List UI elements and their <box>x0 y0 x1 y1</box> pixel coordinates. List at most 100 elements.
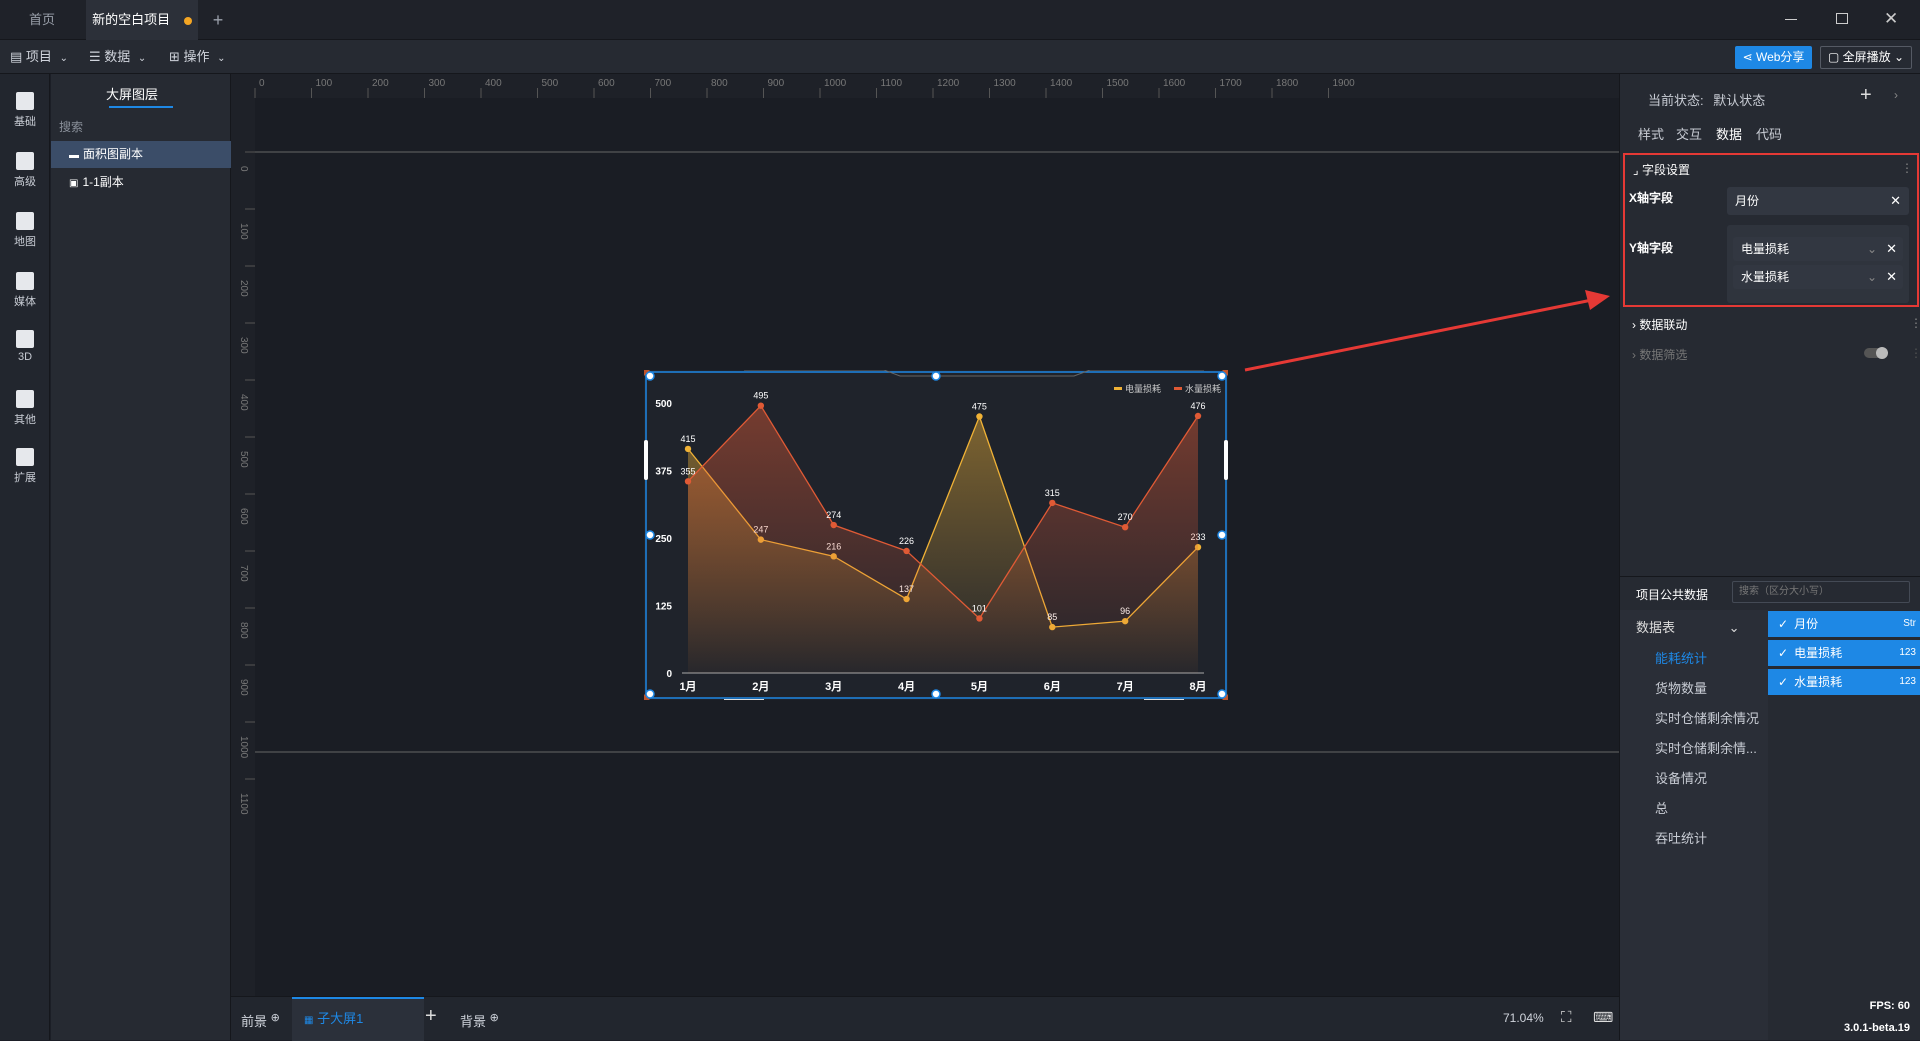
background-button[interactable]: 背景 ⊕ <box>460 1011 499 1030</box>
fullscreen-button[interactable]: ▢ 全屏播放 ⌄ <box>1820 46 1912 69</box>
layers-title[interactable]: 大屏图层 <box>106 84 158 103</box>
divider <box>1620 576 1920 577</box>
tab-data[interactable]: 数据 <box>1716 124 1742 143</box>
layers-search-input[interactable]: 搜索 <box>59 116 223 138</box>
ruler-label: 500 <box>542 78 559 89</box>
menu-project[interactable]: ▤ 项目 ⌄ <box>10 40 68 74</box>
keyboard-icon[interactable]: ⌨ <box>1593 1009 1613 1026</box>
table-item-storage[interactable]: 实时仓储剩余情况 <box>1655 708 1759 727</box>
toggle-knob <box>1876 347 1888 359</box>
tab-project[interactable]: 新的空白项目 <box>86 0 198 40</box>
minimize-icon[interactable] <box>1785 19 1797 20</box>
plus-circle-icon: ⊕ <box>489 1012 499 1024</box>
tab-code[interactable]: 代码 <box>1756 124 1782 143</box>
bar-chart-icon <box>16 92 34 110</box>
table-item-goods[interactable]: 货物数量 <box>1655 678 1707 697</box>
chevron-down-icon[interactable]: ⌄ <box>1867 265 1877 289</box>
menu-operate[interactable]: ⊞ 操作 ⌄ <box>169 40 226 74</box>
y-tick-label: 375 <box>655 467 672 478</box>
tab-home[interactable]: 首页 <box>0 0 84 40</box>
chevron-down-icon: ⌄ <box>1728 620 1740 635</box>
nav-other[interactable]: 其他 <box>0 380 50 436</box>
crown-icon <box>16 152 34 170</box>
x-field-input[interactable]: 月份 ✕ <box>1727 187 1909 215</box>
field-settings-section: ⌟ 字段设置 ⋮ X轴字段 月份 ✕ Y轴字段 电量损耗 ⌄ ✕ 水量损耗 ⌄ … <box>1623 153 1919 307</box>
screen-tab-1[interactable]: ▦ 子大屏1 <box>292 997 424 1041</box>
nav-3d[interactable]: 3D <box>0 320 50 376</box>
chevron-right-icon[interactable]: › <box>1894 88 1898 102</box>
area-chart-widget[interactable]: 01252503755001月2月3月4月5月6月7月8月41524721613… <box>644 369 1228 701</box>
field-settings-header[interactable]: ⌟ 字段设置 <box>1633 161 1690 178</box>
ruler-label: 0 <box>259 78 265 89</box>
datatable-label: 数据表 <box>1636 620 1676 635</box>
database-icon: ☰ <box>89 49 101 64</box>
column-power[interactable]: ✓ 电量损耗 123 <box>1768 640 1920 666</box>
data-label: 274 <box>826 510 841 520</box>
y-tick-label: 125 <box>655 602 672 613</box>
menu-data[interactable]: ☰ 数据 ⌄ <box>89 40 146 74</box>
y-tick-label: 250 <box>655 534 672 545</box>
remove-y-field-icon[interactable]: ✕ <box>1886 237 1897 261</box>
table-item-equipment[interactable]: 设备情况 <box>1655 768 1707 787</box>
ruler-label: 900 <box>238 679 249 696</box>
fit-screen-icon[interactable]: ⛶ <box>1561 1009 1572 1026</box>
x-tick-label: 3月 <box>825 680 842 693</box>
resize-handle <box>931 689 941 699</box>
bottom-bar: 前景 ⊕ ▦ 子大屏1 + 背景 ⊕ 71.04% ⛶ ⌨ <box>231 996 1619 1041</box>
restore-icon[interactable] <box>1836 13 1848 24</box>
table-item-energy[interactable]: 能耗统计 <box>1655 648 1707 667</box>
more-icon[interactable]: ⋮ <box>1910 316 1920 330</box>
more-icon[interactable]: ⋮ <box>1910 346 1920 360</box>
chevron-down-icon: ⌄ <box>59 53 68 64</box>
chevron-down-icon[interactable]: ⌄ <box>1867 237 1877 261</box>
close-icon[interactable]: ✕ <box>1884 9 1898 29</box>
column-month[interactable]: ✓ 月份 Str <box>1768 611 1920 637</box>
remove-x-field-icon[interactable]: ✕ <box>1890 187 1901 215</box>
zoom-level[interactable]: 71.04% <box>1503 1011 1544 1025</box>
nav-extend[interactable]: 扩展 <box>0 438 50 494</box>
add-state-icon[interactable]: + <box>1860 84 1872 107</box>
tab-project-label: 新的空白项目 <box>92 12 171 27</box>
image-icon: ▣ <box>69 178 79 189</box>
nav-map[interactable]: 地图 <box>0 202 50 258</box>
data-point <box>830 521 837 529</box>
ruler-label: 700 <box>238 565 249 582</box>
file-icon: ▤ <box>10 49 23 64</box>
data-point <box>976 615 983 622</box>
table-item-total[interactable]: 总 <box>1655 798 1668 817</box>
data-filter-toggle[interactable] <box>1864 347 1888 359</box>
web-share-button[interactable]: ⋖ Web分享 <box>1735 46 1812 69</box>
data-link-header[interactable]: › 数据联动 <box>1632 316 1687 333</box>
x-tick-label: 1月 <box>679 680 696 693</box>
layer-item-label: 1-1副本 <box>82 175 124 189</box>
y-field-item[interactable]: 电量损耗 ⌄ ✕ <box>1733 237 1903 261</box>
ruler-label: 1100 <box>238 793 249 815</box>
column-type: 123 <box>1899 647 1916 658</box>
public-data-search-input[interactable]: 搜索（区分大小写） <box>1732 581 1910 603</box>
y-field-item[interactable]: 水量损耗 ⌄ ✕ <box>1733 265 1903 289</box>
layer-item-image[interactable]: ▣ 1-1副本 <box>51 169 231 196</box>
check-icon: ✓ <box>1778 646 1789 660</box>
table-item-storage-2[interactable]: 实时仓储剩余情... <box>1655 738 1757 757</box>
nav-basic[interactable]: 基础 <box>0 82 50 138</box>
add-screen-button[interactable]: + <box>425 1005 445 1028</box>
nav-basic-label: 基础 <box>14 116 36 128</box>
remove-y-field-icon[interactable]: ✕ <box>1886 265 1897 289</box>
table-list <box>1620 610 1768 1040</box>
column-water[interactable]: ✓ 水量损耗 123 <box>1768 669 1920 695</box>
resize-handle <box>931 371 941 381</box>
frame-side-deco <box>644 440 648 480</box>
data-filter-header[interactable]: › 数据筛选 <box>1632 346 1687 363</box>
nav-advanced-label: 高级 <box>14 176 36 188</box>
foreground-button[interactable]: 前景 ⊕ <box>241 1011 280 1030</box>
ruler-label: 300 <box>429 78 446 89</box>
add-tab-button[interactable]: + <box>208 0 228 40</box>
nav-media[interactable]: 媒体 <box>0 262 50 318</box>
tab-style[interactable]: 样式 <box>1638 124 1664 143</box>
table-item-throughput[interactable]: 吞吐统计 <box>1655 828 1707 847</box>
layer-item-area-chart[interactable]: ▬ 面积图副本 <box>51 141 231 168</box>
datatable-header[interactable]: 数据表 ⌄ <box>1636 617 1740 636</box>
nav-advanced[interactable]: 高级 <box>0 142 50 198</box>
tab-interact[interactable]: 交互 <box>1676 124 1702 143</box>
more-icon[interactable]: ⋮ <box>1901 161 1913 175</box>
